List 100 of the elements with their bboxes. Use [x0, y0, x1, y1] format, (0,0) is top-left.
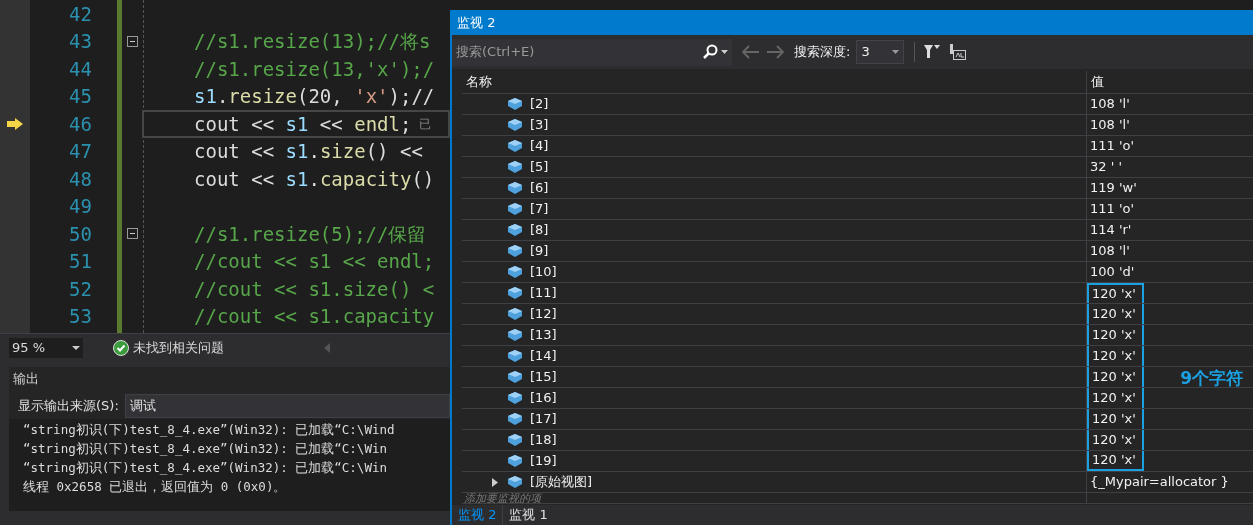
filter-pin-icon[interactable] — [923, 43, 942, 61]
line-number: 42 — [68, 1, 92, 27]
watch-row[interactable]: [10] 100 'd' — [462, 262, 1253, 283]
code-line: //cout << s1 << endl; — [194, 249, 435, 274]
watch-row[interactable]: [13] 120 'x' — [462, 325, 1253, 346]
item-name: [19] — [530, 452, 557, 471]
tab[interactable]: 监视 2 — [452, 505, 504, 525]
collapsed-arrow-icon[interactable] — [492, 477, 498, 487]
item-value: 108 'l' — [1089, 95, 1131, 114]
field-icon — [508, 392, 522, 404]
output-line: 线程 0x2658 已退出，返回值为 0 (0x0)。 — [23, 478, 288, 496]
watch-row[interactable]: [14] 120 'x' — [462, 346, 1253, 367]
output-line: “string初识(下)test_8_4.exe”(Win32): 已加载“C:\Wind — [23, 421, 396, 439]
field-icon — [508, 182, 522, 194]
item-value: 120 'x' — [1087, 304, 1144, 324]
item-value: 32 ' ' — [1089, 158, 1123, 177]
source-dropdown[interactable]: 调试 — [124, 394, 450, 418]
watch-row[interactable]: [2] 108 'l' — [462, 94, 1253, 115]
collapse-icon[interactable] — [127, 228, 138, 240]
watch-row[interactable]: [5] 32 ' ' — [462, 157, 1253, 178]
watch-row[interactable]: [8] 114 'r' — [462, 220, 1253, 241]
item-value: 111 'o' — [1089, 200, 1136, 219]
item-name: [14] — [530, 347, 557, 366]
item-name: [6] — [530, 179, 549, 198]
watch-row[interactable]: [16] 120 'x' — [462, 388, 1253, 409]
watch-row[interactable]: [7] 111 'o' — [462, 199, 1253, 220]
field-icon — [508, 98, 522, 110]
code-line: //cout << s1.size() < — [194, 276, 435, 302]
line-number: 43 — [68, 29, 92, 54]
hex-display-icon[interactable] — [949, 43, 968, 61]
field-icon — [508, 434, 522, 446]
line-number: 46 — [68, 111, 92, 137]
column-header[interactable]: 值 — [1087, 71, 1253, 93]
code-line: //s1.resize(5);//保留 — [194, 221, 427, 247]
output-title: 输出 — [12, 370, 40, 389]
column-header[interactable]: 名称 — [462, 71, 1087, 93]
search-icon[interactable] — [702, 44, 718, 60]
item-name: [5] — [530, 158, 549, 177]
caret-icon — [892, 50, 900, 54]
field-icon — [508, 308, 522, 320]
item-name: [11] — [530, 284, 557, 303]
inline-hint: 已 — [419, 115, 432, 133]
code-line: //s1.resize(13);//将s — [194, 29, 431, 54]
field-icon — [508, 203, 522, 215]
code-line: cout << s1 << endl; — [194, 111, 412, 137]
item-value: 120 'x' — [1087, 388, 1144, 408]
watch-row[interactable]: [18] 120 'x' — [462, 430, 1253, 451]
add-watch-field[interactable]: 添加要监视的项 — [462, 493, 1087, 503]
watch-row[interactable]: [17] 120 'x' — [462, 409, 1253, 430]
item-value: 114 'r' — [1089, 221, 1133, 240]
item-value: 120 'x' — [1087, 430, 1144, 450]
item-value: 120 'x' — [1087, 409, 1144, 429]
field-icon — [508, 161, 522, 173]
item-name: [7] — [530, 200, 549, 219]
item-value: 120 'x' — [1087, 346, 1144, 366]
watch-row[interactable]: [6] 119 'w' — [462, 178, 1253, 199]
horizontal-scrollbar[interactable] — [9, 511, 450, 525]
watch-row[interactable]: [原始视图] {_Mypair=allocator } — [462, 472, 1253, 493]
watch-row[interactable]: [9] 108 'l' — [462, 241, 1253, 262]
code-line: //s1.resize(13,'x');/ — [194, 56, 435, 82]
depth-dropdown[interactable]: 3 — [856, 40, 905, 64]
line-number: 53 — [68, 304, 92, 329]
field-icon — [508, 266, 522, 278]
item-name: [15] — [530, 368, 557, 387]
collapse-icon[interactable] — [127, 35, 138, 47]
item-value: 120 'x' — [1087, 283, 1144, 303]
item-name: [18] — [530, 431, 557, 450]
item-value: 108 'l' — [1089, 116, 1131, 135]
zoom-dropdown[interactable]: 95 % — [9, 337, 83, 358]
tab[interactable]: 监视 1 — [503, 505, 554, 525]
output-line: “string初识(下)test_8_4.exe”(Win32): 已加载“C:\Win — [23, 459, 388, 477]
item-name: [原始视图] — [530, 473, 593, 492]
watch-row[interactable]: [3] 108 'l' — [462, 115, 1253, 136]
window-title: 监视 2 — [457, 13, 496, 32]
field-icon — [508, 476, 522, 488]
field-icon — [508, 329, 522, 341]
code-line: //cout << s1.capacity — [194, 304, 435, 329]
item-value: 111 'o' — [1089, 137, 1136, 156]
watch-row[interactable]: [12] 120 'x' — [462, 304, 1253, 325]
back-arrow-icon[interactable] — [742, 45, 760, 59]
field-icon — [508, 224, 522, 236]
line-number: 45 — [68, 84, 92, 109]
watch-row[interactable]: [19] 120 'x' — [462, 451, 1253, 472]
search-field[interactable]: 搜索(Ctrl+E) — [452, 38, 732, 66]
item-name: [10] — [530, 263, 557, 282]
line-number: 50 — [68, 221, 92, 247]
field-icon — [508, 119, 522, 131]
code-line: s1.resize(20, 'x');// — [194, 84, 435, 109]
item-value: {_Mypair=allocator } — [1089, 473, 1230, 492]
item-name: [3] — [530, 116, 549, 135]
annotation-label: 9个字符 — [1180, 366, 1243, 390]
watch-row[interactable]: [4] 111 'o' — [462, 136, 1253, 157]
item-value: 108 'l' — [1089, 242, 1131, 261]
watch-row[interactable]: [11] 120 'x' — [462, 283, 1253, 304]
line-number: 44 — [68, 56, 92, 82]
item-name: [16] — [530, 389, 557, 408]
item-value: 120 'x' — [1087, 367, 1144, 387]
forward-arrow-icon[interactable] — [766, 45, 784, 59]
caret-icon[interactable] — [721, 50, 728, 54]
source-label: 显示输出来源(S): — [18, 397, 119, 416]
